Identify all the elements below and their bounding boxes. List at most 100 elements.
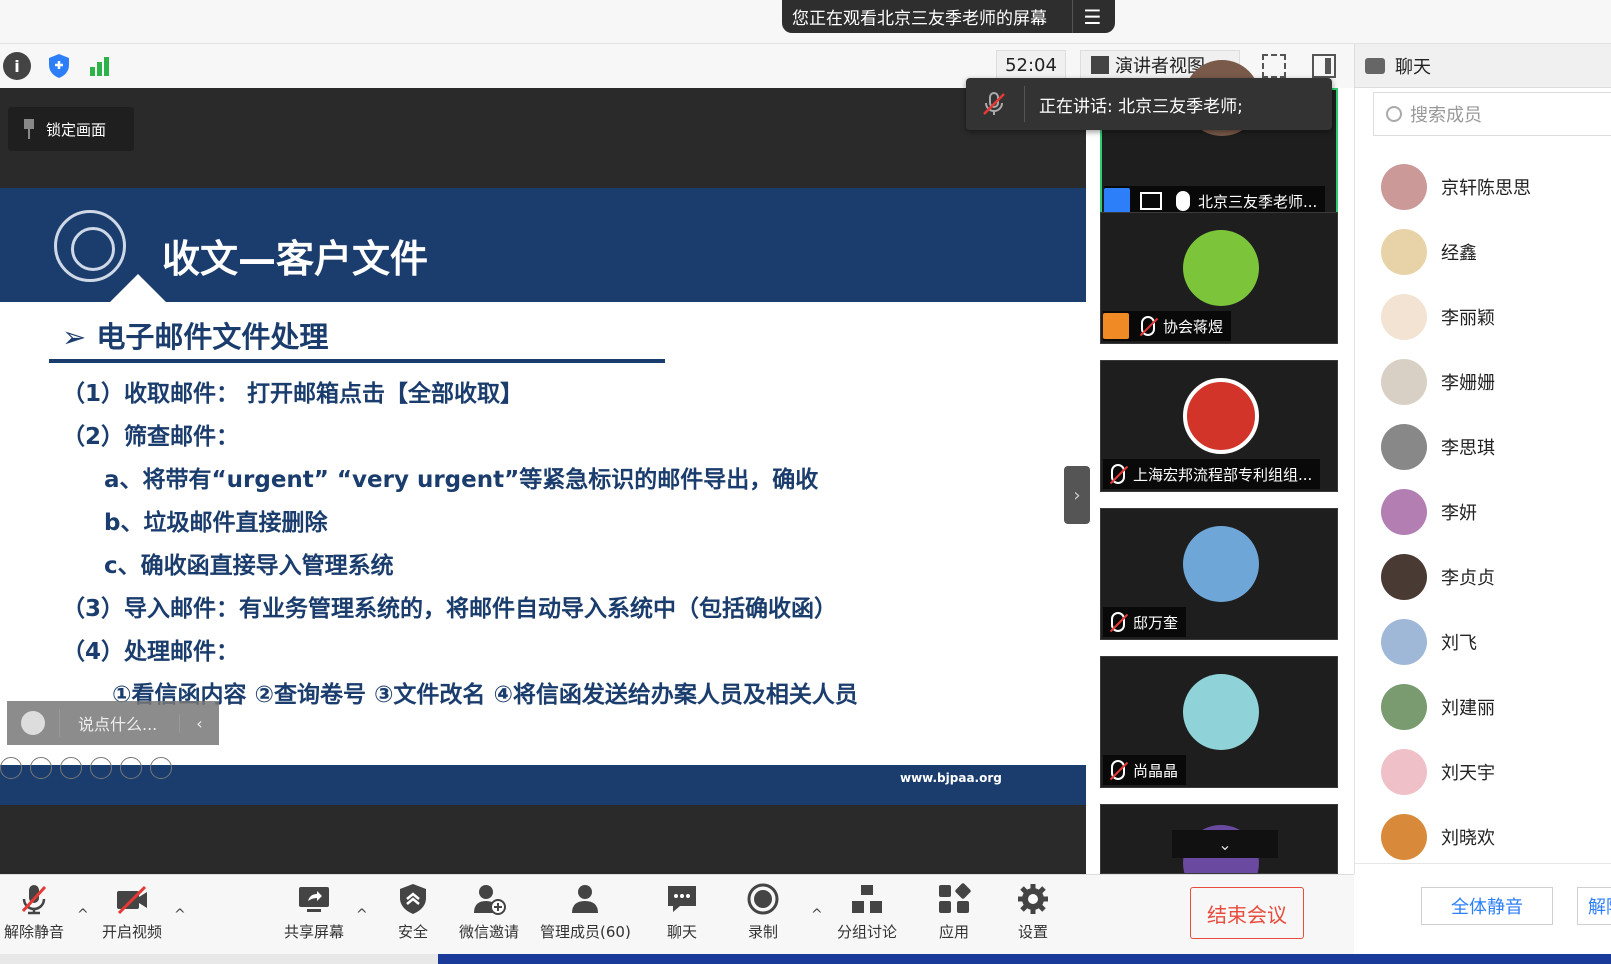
screen-share-indicator: 您正在观看北京三友季老师的屏幕 ☰	[782, 0, 1115, 33]
side-panel-icon[interactable]	[1312, 54, 1336, 78]
slide-line-2: （2）筛查邮件：	[62, 424, 240, 450]
pin-icon	[22, 119, 36, 139]
slide-line-4: b、垃圾邮件直接删除	[104, 510, 328, 536]
more-icon[interactable]	[150, 757, 172, 779]
search-icon	[1386, 106, 1402, 122]
mic-muted-icon	[1141, 316, 1155, 336]
breakout-icon	[852, 885, 882, 913]
share-screen-button[interactable]: 共享屏幕	[284, 883, 344, 942]
subtitle-underline	[49, 359, 665, 363]
avatar	[1381, 619, 1427, 665]
tile-name-label: 邸万奎	[1103, 607, 1187, 637]
slide-subtitle: ➢ 电子邮件文件处理	[62, 320, 329, 354]
signal-icon[interactable]	[86, 52, 114, 80]
member-panel: 搜索成员 京轩陈思思 经鑫 李丽颖 李姗姗 李思琪 李妍 李贞贞 刘飞 刘建丽 …	[1354, 88, 1611, 953]
member-item[interactable]: 李姗姗	[1381, 357, 1495, 407]
header-notch	[110, 274, 166, 302]
chat-title: 聊天	[1395, 56, 1431, 78]
mic-muted-icon	[1111, 464, 1125, 484]
chat-header[interactable]: 聊天	[1354, 44, 1611, 88]
member-item[interactable]: 经鑫	[1381, 227, 1477, 277]
collapse-panel-handle[interactable]: ›	[1064, 466, 1090, 524]
users-icon	[572, 885, 599, 913]
chat-icon	[1365, 57, 1385, 74]
speaking-text: 正在讲话: 北京三友季老师;	[1039, 96, 1243, 117]
member-item[interactable]: 刘天宇	[1381, 747, 1495, 797]
user-icon	[1104, 188, 1130, 214]
member-item[interactable]: 刘飞	[1381, 617, 1477, 667]
top-banner: 您正在观看北京三友季老师的屏幕 ☰	[0, 0, 1611, 44]
pen-icon[interactable]	[60, 757, 82, 779]
mic-muted-icon	[1111, 760, 1125, 780]
shield-icon[interactable]	[45, 52, 73, 80]
slide-line-7: （4）处理邮件：	[62, 639, 240, 665]
wechat-invite-button[interactable]: 微信邀请	[459, 883, 519, 942]
info-icon[interactable]: i	[3, 52, 31, 80]
video-tile[interactable]: 协会蒋煜	[1100, 212, 1338, 344]
video-tile[interactable]: 尚晶晶	[1100, 656, 1338, 788]
member-item[interactable]: 李思琪	[1381, 422, 1495, 472]
security-button[interactable]: 安全	[396, 883, 430, 942]
slide-header: 收文—客户文件	[0, 188, 1086, 302]
avatar	[1381, 359, 1427, 405]
mic-muted-icon	[1111, 612, 1125, 632]
avatar	[1381, 294, 1427, 340]
start-video-button[interactable]: 开启视频	[102, 883, 162, 942]
avatar	[1183, 674, 1259, 750]
end-meeting-button[interactable]: 结束会议	[1190, 887, 1304, 939]
chevron-up-icon[interactable]: ^	[77, 907, 89, 923]
member-item[interactable]: 李贞贞	[1381, 552, 1495, 602]
manage-members-button[interactable]: 管理成员(60)	[540, 883, 631, 942]
record-button[interactable]: 录制	[746, 883, 780, 942]
member-item[interactable]: 李丽颖	[1381, 292, 1495, 342]
lock-screen-button[interactable]: 锁定画面	[8, 107, 134, 151]
slide-footer-url: www.bjpaa.org	[900, 771, 1002, 785]
avatar	[1381, 424, 1427, 470]
unmute-button[interactable]: 解除静音	[4, 883, 64, 942]
member-search-input[interactable]: 搜索成员	[1373, 92, 1611, 136]
mic-muted-icon	[21, 885, 47, 915]
member-panel-footer: 全体静音 解除	[1355, 863, 1611, 953]
avatar	[1381, 814, 1427, 860]
comment-box[interactable]: 说点什么... ‹	[7, 701, 219, 745]
tile-name-label: 协会蒋煜	[1103, 311, 1232, 341]
slides-icon[interactable]	[90, 757, 112, 779]
next-slide-icon[interactable]	[30, 757, 52, 779]
member-item[interactable]: 京轩陈思思	[1381, 162, 1531, 212]
video-tile[interactable]: 邸万奎	[1100, 508, 1338, 640]
unmute-all-button[interactable]: 解除	[1577, 887, 1611, 925]
mute-all-button[interactable]: 全体静音	[1421, 887, 1553, 925]
fullscreen-icon[interactable]	[1262, 54, 1286, 78]
apps-icon	[939, 883, 971, 913]
avatar	[1183, 230, 1259, 306]
slide-controls	[0, 757, 172, 785]
bottom-toolbar: 解除静音 ^ 开启视频 ^ 共享屏幕 ^ 安全 微信邀请 管理成员(60) 聊天…	[0, 874, 1354, 954]
chevron-up-icon[interactable]: ^	[174, 907, 186, 923]
scroll-down-button[interactable]: ⌄	[1172, 830, 1278, 858]
video-tile[interactable]: 上海宏邦流程部专利组组...	[1100, 360, 1338, 492]
settings-button[interactable]: 设置	[1016, 883, 1050, 942]
avatar	[1381, 554, 1427, 600]
emoji-icon[interactable]	[21, 711, 45, 735]
breakout-button[interactable]: 分组讨论	[837, 883, 897, 942]
add-user-icon	[474, 885, 506, 915]
menu-icon[interactable]: ☰	[1072, 0, 1112, 33]
screen-share-icon	[1140, 192, 1162, 210]
member-item[interactable]: 刘晓欢	[1381, 812, 1495, 862]
member-item[interactable]: 李妍	[1381, 487, 1477, 537]
meeting-timer: 52:04	[996, 50, 1066, 80]
avatar	[1381, 684, 1427, 730]
chevron-left-icon[interactable]: ‹	[179, 713, 219, 733]
chevron-up-icon[interactable]: ^	[811, 907, 823, 923]
chat-icon	[668, 886, 696, 912]
chevron-up-icon[interactable]: ^	[356, 907, 368, 923]
zoom-icon[interactable]	[120, 757, 142, 779]
avatar	[1381, 164, 1427, 210]
taskbar-strip	[0, 954, 1611, 964]
chat-button[interactable]: 聊天	[665, 883, 699, 942]
member-item[interactable]: 刘建丽	[1381, 682, 1495, 732]
user-icon	[1103, 313, 1129, 339]
shield-icon	[400, 884, 426, 914]
apps-button[interactable]: 应用	[937, 883, 971, 942]
prev-slide-icon[interactable]	[0, 757, 22, 779]
